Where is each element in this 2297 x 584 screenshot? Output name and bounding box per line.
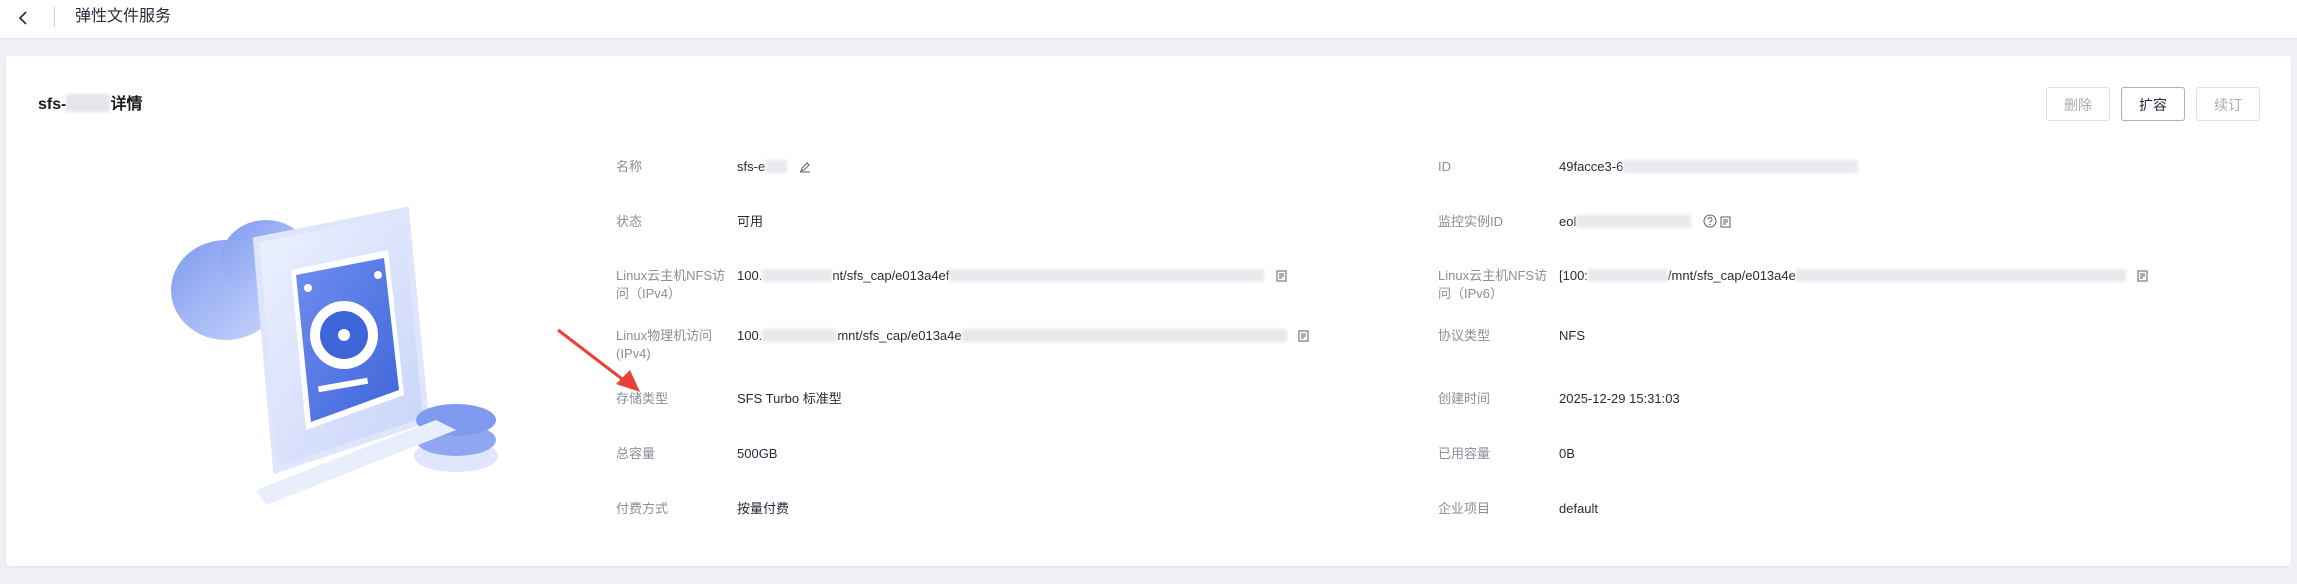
value-nfs-ipv4-path: nt/sfs_cap/e013a4ef: [832, 268, 950, 283]
value-enterprise-project[interactable]: default: [1559, 500, 1598, 518]
value-physical-ipv4-prefix: 100.: [737, 328, 763, 343]
value-monitor-id: eol: [1559, 213, 1731, 231]
value-storage-type: SFS Turbo 标准型: [737, 391, 842, 406]
label-id: ID: [1438, 159, 1451, 174]
label-monitor-id: 监控实例ID: [1438, 214, 1504, 229]
value-id-text: 49facce3-6: [1559, 159, 1624, 174]
chevron-left-icon[interactable]: [14, 8, 34, 28]
value-id: 49facce3-6: [1559, 158, 1859, 176]
value-status: 可用: [737, 214, 764, 229]
value-created-time: 2025-12-29 15:31:03: [1559, 391, 1680, 406]
expand-button[interactable]: 扩容: [2121, 87, 2185, 121]
redaction-mask: [1795, 269, 2126, 282]
redaction-mask: [949, 269, 1265, 282]
copy-icon[interactable]: [1298, 330, 1309, 342]
label-used-capacity: 已用容量: [1438, 446, 1491, 461]
value-nfs-ipv6: [100: /mnt/sfs_cap/e013a4e: [1559, 267, 2148, 285]
value-nfs-ipv6-path: /mnt/sfs_cap/e013a4e: [1667, 268, 1796, 283]
value-protocol: NFS: [1559, 328, 1585, 343]
redaction-mask: [961, 329, 1287, 342]
help-icon[interactable]: [1703, 214, 1717, 228]
redaction-mask: [762, 269, 833, 282]
value-nfs-ipv4: 100. nt/sfs_cap/e013a4ef: [737, 267, 1287, 285]
value-physical-ipv4: 100. mnt/sfs_cap/e013a4e: [737, 327, 1309, 345]
edit-icon[interactable]: [799, 161, 811, 173]
copy-icon[interactable]: [1720, 216, 1731, 228]
top-bar: 弹性文件服务: [0, 0, 2297, 39]
value-name-text: sfs-e: [737, 159, 766, 174]
label-nfs-ipv6: Linux云主机NFS访问（IPv6）: [1438, 268, 1548, 301]
label-enterprise-project: 企业项目: [1438, 501, 1491, 516]
copy-icon[interactable]: [1276, 270, 1287, 282]
detail-title-suffix: 详情: [110, 96, 143, 113]
redaction-mask: [1587, 269, 1668, 282]
storage-illustration: [171, 206, 498, 505]
value-physical-ipv4-path: mnt/sfs_cap/e013a4e: [837, 328, 962, 343]
label-total-capacity: 总容量: [616, 446, 656, 461]
detail-title-prefix: sfs-: [38, 96, 67, 113]
value-monitor-id-text: eol: [1559, 214, 1577, 229]
value-name: sfs-e: [737, 158, 811, 176]
page-title: 弹性文件服务: [75, 8, 172, 25]
label-nfs-ipv4: Linux云主机NFS访问（IPv4）: [616, 268, 726, 301]
label-storage-type: 存储类型: [616, 391, 669, 406]
detail-title: sfs- 详情: [38, 90, 142, 114]
detail-card: sfs- 详情 删除 扩容 续订 名称 sfs-e 状态 可用 Linux云主机…: [6, 56, 2291, 566]
value-nfs-ipv4-prefix: 100.: [737, 268, 763, 283]
delete-button[interactable]: 删除: [2046, 87, 2110, 121]
redaction-mask: [1576, 215, 1692, 228]
divider: [54, 7, 55, 27]
redaction-mask: [1623, 160, 1859, 173]
value-used-capacity: 0B: [1559, 446, 1575, 461]
renew-button[interactable]: 续订: [2196, 87, 2260, 121]
redaction-mask: [762, 329, 838, 342]
copy-icon[interactable]: [2137, 270, 2148, 282]
label-name: 名称: [616, 159, 643, 174]
value-total-capacity: 500GB: [737, 446, 778, 461]
value-billing-mode: 按量付费: [737, 501, 790, 516]
label-physical-ipv4: Linux物理机访问(IPv4): [616, 328, 713, 361]
label-status: 状态: [616, 214, 643, 229]
label-protocol: 协议类型: [1438, 328, 1491, 343]
label-created-time: 创建时间: [1438, 391, 1491, 406]
label-billing-mode: 付费方式: [616, 501, 669, 516]
redaction-mask: [765, 160, 788, 173]
redaction-mask: [66, 94, 111, 112]
value-nfs-ipv6-prefix: [100:: [1559, 268, 1588, 283]
